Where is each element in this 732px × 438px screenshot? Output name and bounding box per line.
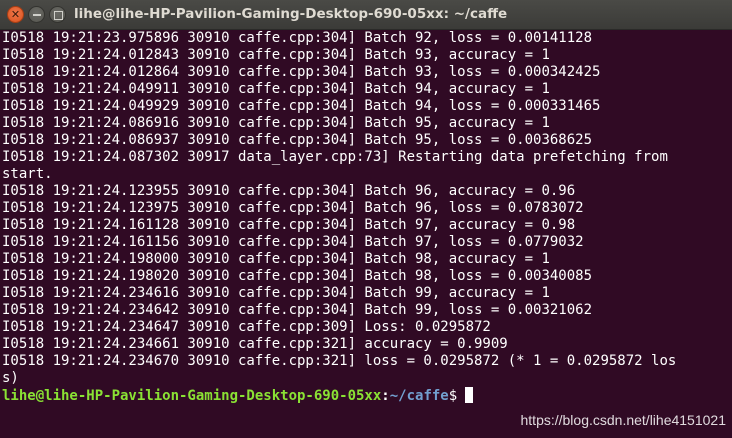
terminal-line: I0518 19:21:24.123975 30910 caffe.cpp:30… bbox=[2, 200, 584, 216]
terminal-line: I0518 19:21:24.198000 30910 caffe.cpp:30… bbox=[2, 251, 550, 267]
close-icon: ✕ bbox=[10, 8, 21, 21]
minimize-button[interactable] bbox=[28, 6, 45, 23]
terminal-lines: I0518 19:21:23.975896 30910 caffe.cpp:30… bbox=[2, 30, 732, 387]
terminal-line: s) bbox=[2, 370, 19, 386]
title-bar[interactable]: ✕ lihe@lihe-HP-Pavilion-Gaming-Desktop-6… bbox=[0, 0, 732, 30]
terminal-line: I0518 19:21:24.012864 30910 caffe.cpp:30… bbox=[2, 64, 601, 80]
terminal-line: I0518 19:21:24.049929 30910 caffe.cpp:30… bbox=[2, 98, 601, 114]
terminal-line: I0518 19:21:24.161156 30910 caffe.cpp:30… bbox=[2, 234, 584, 250]
maximize-icon bbox=[54, 11, 63, 20]
terminal-line: I0518 19:21:24.234661 30910 caffe.cpp:32… bbox=[2, 336, 508, 352]
terminal-line: I0518 19:21:24.123955 30910 caffe.cpp:30… bbox=[2, 183, 576, 199]
prompt-path: ~/caffe bbox=[389, 388, 449, 404]
terminal-line: I0518 19:21:24.087302 30917 data_layer.c… bbox=[2, 149, 668, 165]
terminal-line: start. bbox=[2, 166, 53, 182]
terminal-line: I0518 19:21:24.049911 30910 caffe.cpp:30… bbox=[2, 81, 550, 97]
prompt-symbol: $ bbox=[448, 388, 458, 404]
prompt-user-host: lihe@lihe-HP-Pavilion-Gaming-Desktop-690… bbox=[2, 388, 382, 404]
terminal-line: I0518 19:21:24.161128 30910 caffe.cpp:30… bbox=[2, 217, 576, 233]
terminal-line: I0518 19:21:24.234616 30910 caffe.cpp:30… bbox=[2, 285, 550, 301]
terminal-line: I0518 19:21:23.975896 30910 caffe.cpp:30… bbox=[2, 30, 593, 46]
terminal-line: I0518 19:21:24.198020 30910 caffe.cpp:30… bbox=[2, 268, 593, 284]
minimize-icon bbox=[33, 14, 41, 16]
terminal-window: ✕ lihe@lihe-HP-Pavilion-Gaming-Desktop-6… bbox=[0, 0, 732, 438]
shell-prompt: lihe@lihe-HP-Pavilion-Gaming-Desktop-690… bbox=[2, 387, 732, 404]
terminal-line: I0518 19:21:24.234670 30910 caffe.cpp:32… bbox=[2, 353, 677, 369]
window-title: lihe@lihe-HP-Pavilion-Gaming-Desktop-690… bbox=[74, 6, 508, 22]
maximize-button[interactable] bbox=[49, 6, 66, 23]
terminal-line: I0518 19:21:24.086916 30910 caffe.cpp:30… bbox=[2, 115, 550, 131]
terminal-line: I0518 19:21:24.086937 30910 caffe.cpp:30… bbox=[2, 132, 593, 148]
prompt-separator: : bbox=[381, 388, 390, 404]
terminal-line: I0518 19:21:24.012843 30910 caffe.cpp:30… bbox=[2, 47, 550, 63]
close-button[interactable]: ✕ bbox=[7, 6, 24, 23]
terminal-line: I0518 19:21:24.234647 30910 caffe.cpp:30… bbox=[2, 319, 491, 335]
terminal-line: I0518 19:21:24.234642 30910 caffe.cpp:30… bbox=[2, 302, 593, 318]
terminal-output[interactable]: I0518 19:21:23.975896 30910 caffe.cpp:30… bbox=[0, 30, 732, 438]
text-cursor[interactable] bbox=[465, 387, 474, 403]
watermark-url: https://blog.csdn.net/lihe4151021 bbox=[520, 412, 727, 428]
